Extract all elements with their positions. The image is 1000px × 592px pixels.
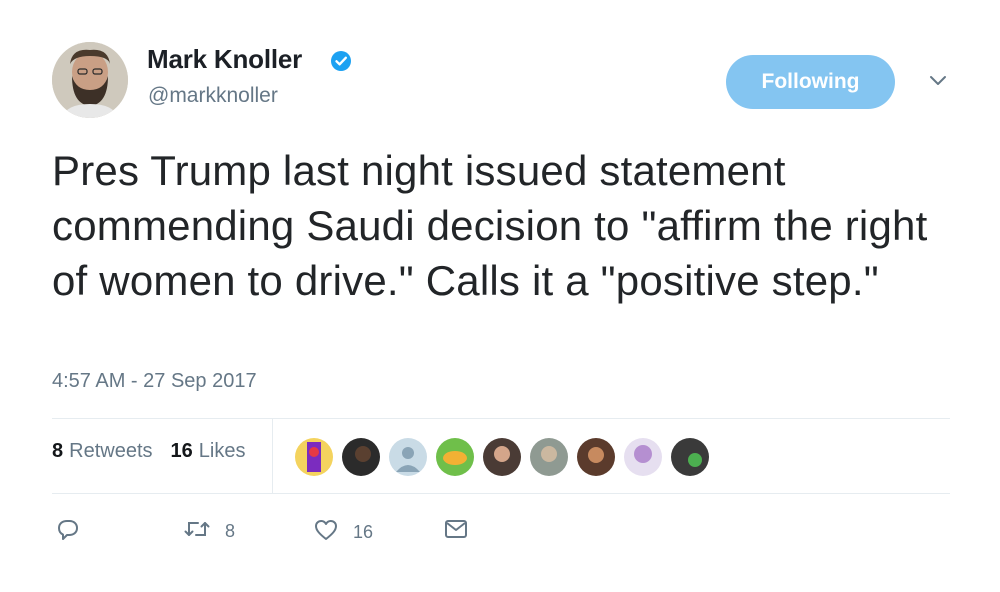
retweets-count: 8: [52, 440, 64, 462]
tweet-text: Pres Trump last night issued statement c…: [52, 147, 928, 304]
liker-avatar[interactable]: [671, 438, 709, 476]
tweet-card: Mark Knoller @markknoller Following Pres…: [0, 0, 1000, 592]
like-count: 16: [353, 522, 374, 542]
tweet-timestamp[interactable]: 4:57 AM - 27 Sep 2017: [52, 370, 257, 393]
verified-icon: [330, 50, 352, 72]
likes-count: 16: [170, 440, 193, 462]
reply-icon: [55, 518, 81, 547]
direct-message-button[interactable]: [443, 518, 469, 545]
stats-separator: [272, 418, 273, 494]
retweet-button[interactable]: 8: [183, 518, 235, 545]
liker-avatar[interactable]: [436, 438, 474, 476]
likes-stat[interactable]: 16 Likes: [171, 440, 246, 463]
liker-avatars: [295, 438, 709, 476]
heart-icon: [313, 518, 339, 547]
following-button[interactable]: Following: [726, 55, 895, 109]
reply-button[interactable]: [55, 518, 81, 547]
divider: [52, 418, 950, 419]
divider: [52, 493, 950, 494]
likes-label: Likes: [198, 440, 246, 462]
author-handle[interactable]: @markknoller: [148, 84, 278, 108]
liker-avatar[interactable]: [295, 438, 333, 476]
retweet-count: 8: [225, 521, 236, 541]
liker-avatar[interactable]: [483, 438, 521, 476]
chevron-down-icon[interactable]: [925, 70, 951, 92]
author-display-name[interactable]: Mark Knoller: [147, 44, 302, 75]
liker-avatar[interactable]: [389, 438, 427, 476]
like-button[interactable]: 16: [313, 518, 373, 547]
retweet-icon: [183, 518, 211, 545]
author-avatar[interactable]: [52, 42, 128, 118]
liker-avatar[interactable]: [577, 438, 615, 476]
tweet-stats: 8 Retweets 16 Likes: [52, 440, 245, 463]
retweets-label: Retweets: [69, 440, 153, 462]
liker-avatar[interactable]: [624, 438, 662, 476]
liker-avatar[interactable]: [530, 438, 568, 476]
liker-avatar[interactable]: [342, 438, 380, 476]
envelope-icon: [443, 518, 469, 545]
retweets-stat[interactable]: 8 Retweets: [52, 440, 153, 463]
